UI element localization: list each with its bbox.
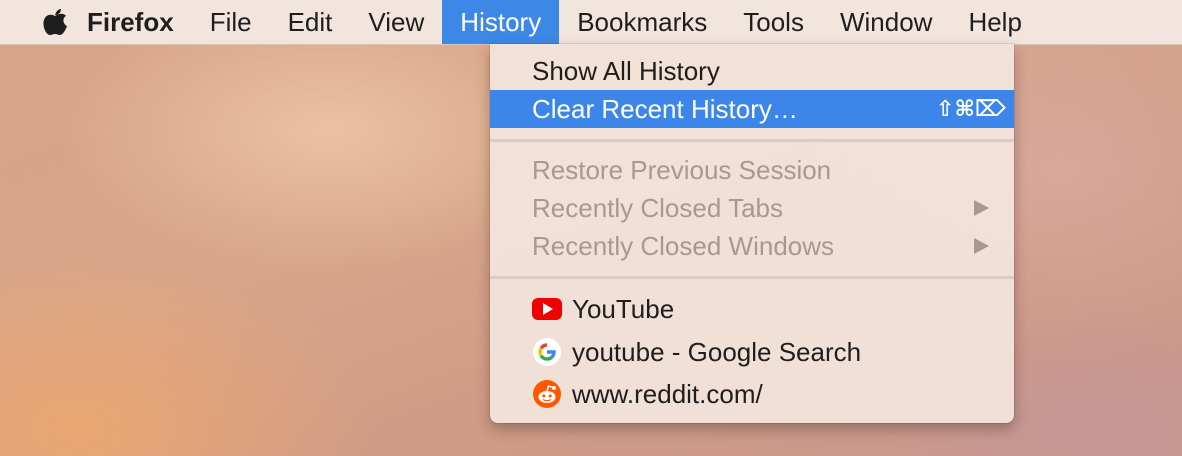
menu-item-label: Recently Closed Windows: [532, 230, 835, 261]
menu-item-label: Restore Previous Session: [532, 154, 832, 185]
menu-window[interactable]: Window: [822, 0, 950, 44]
app-menu-firefox[interactable]: Firefox: [87, 0, 192, 44]
reddit-icon: [532, 379, 562, 409]
menu-edit[interactable]: Edit: [270, 0, 351, 44]
submenu-arrow-icon: [974, 238, 989, 254]
history-item-youtube[interactable]: YouTube: [490, 290, 1014, 328]
menu-item-label: Show All History: [532, 55, 720, 86]
history-item-label: www.reddit.com/: [572, 378, 763, 409]
menu-bookmarks[interactable]: Bookmarks: [559, 0, 725, 44]
menu-item-label: Recently Closed Tabs: [532, 192, 783, 223]
history-item-reddit[interactable]: www.reddit.com/: [490, 375, 1014, 413]
history-item-google-search[interactable]: youtube - Google Search: [490, 333, 1014, 371]
menu-separator: [490, 139, 1014, 142]
google-icon: [532, 337, 562, 367]
menu-view[interactable]: View: [350, 0, 442, 44]
menu-item-label: Clear Recent History…: [532, 93, 798, 124]
menu-item-restore-previous-session: Restore Previous Session: [490, 151, 1014, 189]
submenu-arrow-icon: [974, 200, 989, 216]
menu-history[interactable]: History: [442, 0, 560, 44]
menu-tools[interactable]: Tools: [725, 0, 822, 44]
history-dropdown-menu: Show All History Clear Recent History… ⇧…: [490, 44, 1014, 423]
apple-icon[interactable]: [25, 0, 85, 44]
history-item-label: youtube - Google Search: [572, 336, 862, 367]
menu-help[interactable]: Help: [950, 0, 1039, 44]
menu-separator: [490, 276, 1014, 279]
menu-item-recently-closed-tabs: Recently Closed Tabs: [490, 189, 1014, 227]
menu-item-clear-recent-history[interactable]: Clear Recent History… ⇧⌘⌦: [490, 90, 1014, 128]
youtube-icon: [532, 294, 562, 324]
menu-bar: Firefox File Edit View History Bookmarks…: [0, 0, 1182, 45]
history-item-label: YouTube: [572, 293, 675, 324]
menu-item-show-all-history[interactable]: Show All History: [490, 52, 1014, 90]
menu-item-recently-closed-windows: Recently Closed Windows: [490, 227, 1014, 265]
menu-file[interactable]: File: [192, 0, 270, 44]
shortcut-label: ⇧⌘⌦: [936, 96, 1006, 122]
